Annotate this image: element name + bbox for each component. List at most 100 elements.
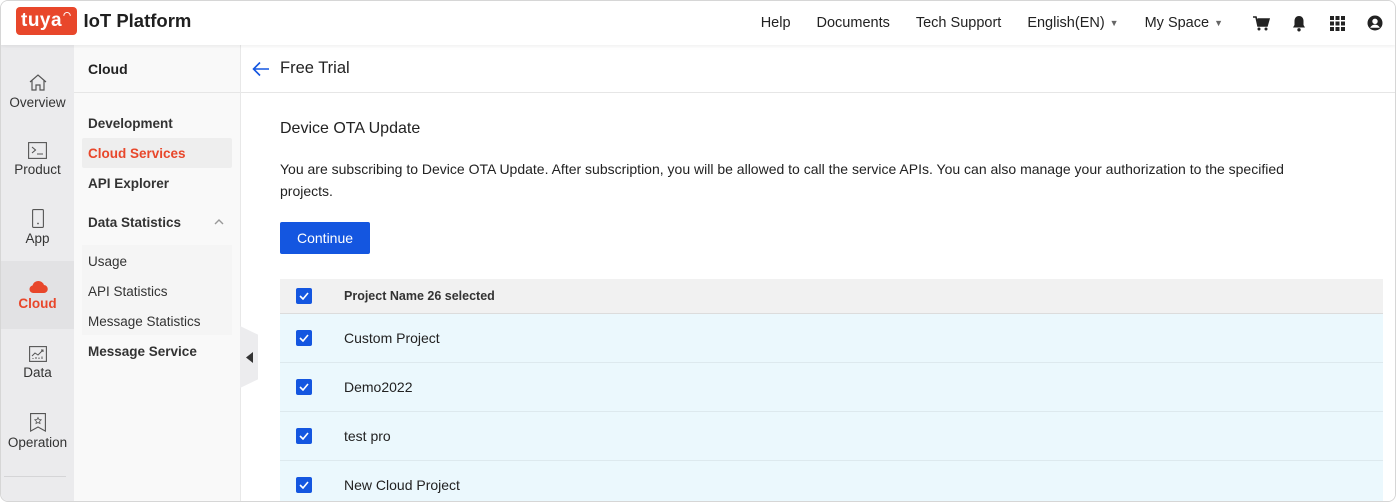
- project-name: Demo2022: [344, 379, 413, 395]
- documents-label: Documents: [816, 15, 890, 31]
- caret-down-icon: ▼: [1214, 18, 1223, 28]
- phone-icon: [31, 208, 44, 228]
- logo[interactable]: tuya ◠ IoT Platform: [16, 7, 191, 35]
- rail-item-data[interactable]: Data: [1, 329, 74, 397]
- subnav-group-label: Data Statistics: [88, 214, 182, 230]
- documents-link[interactable]: Documents: [817, 15, 890, 31]
- wifi-signal-icon: ◠: [63, 9, 72, 20]
- row-checkbox-cell: [280, 428, 344, 444]
- service-title: Device OTA Update: [280, 120, 421, 137]
- check-icon: [299, 334, 309, 342]
- row-checkbox[interactable]: [296, 330, 312, 346]
- check-icon: [299, 432, 309, 440]
- content-body: Device OTA Update You are subscribing to…: [241, 120, 1395, 501]
- main-content: Free Trial Device OTA Update You are sub…: [241, 45, 1395, 501]
- collapse-sidebar-handle[interactable]: [240, 326, 258, 388]
- subnav-title: Cloud: [74, 45, 240, 93]
- chevron-up-icon: [214, 219, 224, 225]
- help-label: Help: [760, 15, 791, 31]
- arrow-left-icon: [252, 61, 269, 76]
- cart-icon[interactable]: [1251, 13, 1271, 33]
- check-icon: [299, 383, 309, 391]
- language-label: English(EN): [1027, 15, 1105, 31]
- subnav-item-cloud-services[interactable]: Cloud Services: [82, 138, 232, 168]
- caret-left-icon: [245, 351, 253, 363]
- subnav-item-usage[interactable]: Usage: [82, 246, 232, 276]
- apps-grid-icon[interactable]: [1327, 13, 1347, 33]
- check-icon: [299, 292, 309, 300]
- select-all-checkbox[interactable]: [296, 288, 312, 304]
- top-header: tuya ◠ IoT Platform Help Documents Tech S…: [1, 1, 1395, 45]
- rail-item-operation[interactable]: Operation: [1, 397, 74, 465]
- rail-item-cloud[interactable]: Cloud: [1, 261, 74, 329]
- subnav-item-message-service[interactable]: Message Service: [82, 336, 232, 366]
- rail-item-app[interactable]: App: [1, 193, 74, 261]
- app-title: IoT Platform: [83, 10, 192, 31]
- left-rail: Overview Product App Cloud Data Operatio…: [1, 45, 74, 501]
- tuya-logo-badge: tuya ◠: [16, 7, 78, 35]
- project-name: test pro: [344, 428, 391, 444]
- row-checkbox-cell: [280, 330, 344, 346]
- table-header: Project Name 26 selected: [280, 279, 1383, 314]
- projects-table: Project Name 26 selected Custom Project …: [280, 279, 1383, 501]
- rail-label: Overview: [9, 94, 66, 110]
- back-button[interactable]: [251, 59, 271, 79]
- subnav-label: Development: [88, 115, 173, 131]
- rail-divider: [4, 476, 66, 477]
- bell-icon[interactable]: [1289, 13, 1309, 33]
- rail-label: Cloud: [18, 295, 57, 311]
- bookmark-star-icon: [29, 412, 46, 432]
- rail-item-overview[interactable]: Overview: [1, 57, 74, 125]
- table-row[interactable]: Custom Project: [280, 314, 1383, 363]
- rail-label: App: [25, 230, 50, 246]
- language-dropdown[interactable]: English(EN) ▼: [1027, 15, 1118, 31]
- subnav-label: Usage: [88, 253, 128, 269]
- subnav-label: Message Service: [88, 343, 197, 359]
- subnav-label: API Statistics: [88, 283, 168, 299]
- user-account-icon[interactable]: [1365, 13, 1385, 33]
- subnav-item-message-statistics[interactable]: Message Statistics: [82, 306, 232, 336]
- table-row[interactable]: test pro: [280, 412, 1383, 461]
- row-checkbox-cell: [280, 477, 344, 493]
- tech-support-label: Tech Support: [915, 15, 1002, 31]
- subnav-item-api-explorer[interactable]: API Explorer: [82, 168, 232, 198]
- page-title: Free Trial: [280, 59, 350, 77]
- row-checkbox[interactable]: [296, 428, 312, 444]
- my-space-dropdown[interactable]: My Space ▼: [1145, 15, 1223, 31]
- logo-wordmark: tuya: [21, 10, 63, 31]
- subnav-label: Cloud Services: [88, 145, 186, 161]
- home-icon: [29, 73, 46, 91]
- rail-label: Data: [23, 365, 52, 380]
- project-name: New Cloud Project: [344, 477, 460, 493]
- table-row[interactable]: Demo2022: [280, 363, 1383, 412]
- subnav-group-data-statistics[interactable]: Data Statistics: [82, 207, 232, 237]
- app-window: tuya ◠ IoT Platform Help Documents Tech S…: [0, 0, 1396, 502]
- tech-support-link[interactable]: Tech Support: [916, 15, 1001, 31]
- caret-down-icon: ▼: [1109, 18, 1119, 28]
- check-icon: [299, 481, 309, 489]
- row-checkbox[interactable]: [296, 477, 312, 493]
- sub-navigation: Cloud Development Cloud Services API Exp…: [74, 45, 241, 501]
- row-checkbox-cell: [280, 379, 344, 395]
- help-link[interactable]: Help: [761, 15, 791, 31]
- my-space-label: My Space: [1144, 15, 1210, 31]
- chart-icon: [28, 346, 47, 362]
- terminal-icon: [28, 141, 47, 159]
- rail-item-product[interactable]: Product: [1, 125, 74, 193]
- cloud-icon: [29, 280, 48, 293]
- continue-button[interactable]: Continue: [280, 222, 371, 254]
- subscription-description: You are subscribing to Device OTA Update…: [280, 161, 1284, 199]
- header-nav: Help Documents Tech Support English(EN) ▼…: [735, 1, 1385, 45]
- row-checkbox[interactable]: [296, 379, 312, 395]
- rail-label: Product: [14, 161, 61, 177]
- column-header-project-name: Project Name 26 selected: [344, 289, 495, 303]
- subnav-label: API Explorer: [88, 175, 170, 191]
- select-all-cell: [280, 288, 344, 304]
- table-row[interactable]: New Cloud Project: [280, 461, 1383, 501]
- page-header: Free Trial: [241, 45, 1395, 93]
- subnav-label: Message Statistics: [88, 313, 201, 329]
- project-name: Custom Project: [344, 330, 440, 346]
- subnav-item-api-statistics[interactable]: API Statistics: [82, 276, 232, 306]
- rail-label: Operation: [7, 434, 68, 450]
- subnav-item-development[interactable]: Development: [82, 108, 232, 138]
